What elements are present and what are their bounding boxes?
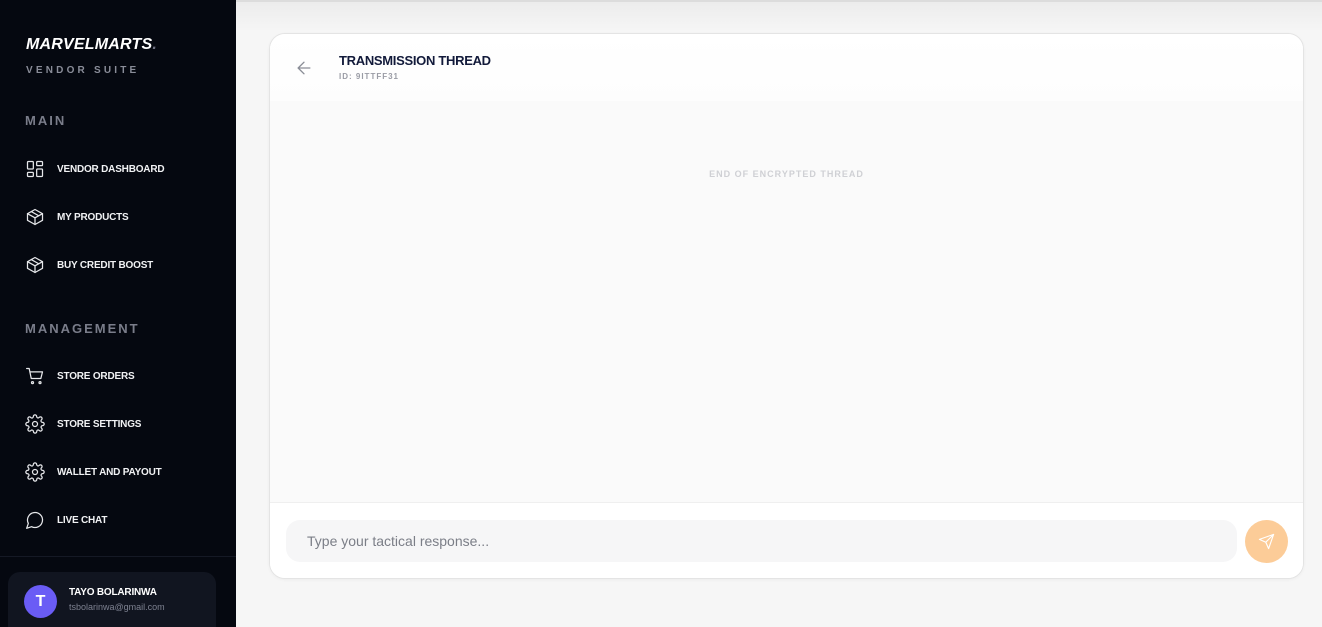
section-title-main: MAIN [25,113,67,128]
send-button[interactable] [1245,520,1288,563]
sidebar-item-label: LIVE CHAT [57,514,108,526]
sidebar-item-buy-credit-boost[interactable]: BUY CREDIT BOOST [24,251,224,279]
chat-header: TRANSMISSION THREAD ID: 9ITTFF31 [270,34,1303,101]
chat-bubble-icon [24,509,46,531]
thread-title: TRANSMISSION THREAD [339,53,491,68]
sidebar-item-label: WALLET AND PAYOUT [57,466,162,478]
gear-icon [24,461,46,483]
sidebar-item-my-products[interactable]: MY PRODUCTS [24,203,224,231]
grid-icon [24,158,46,180]
box-icon [24,254,46,276]
sidebar-item-store-settings[interactable]: STORE SETTINGS [24,410,224,438]
end-of-thread-note: END OF ENCRYPTED THREAD [709,169,864,179]
section-title-management: MANAGEMENT [25,321,140,336]
sidebar: MARVELMARTS. VENDOR SUITE MAIN VENDOR DA… [0,0,236,627]
back-arrow-icon[interactable] [294,58,314,78]
sidebar-item-label: MY PRODUCTS [57,211,129,223]
sidebar-item-label: BUY CREDIT BOOST [57,259,154,271]
gear-icon [24,413,46,435]
sidebar-item-label: VENDOR DASHBOARD [57,163,165,175]
brand-name: MARVELMARTS. [26,36,158,53]
cart-icon [24,365,46,387]
user-email: tsbolarinwa@gmail.com [69,602,165,612]
sidebar-item-label: STORE ORDERS [57,370,135,382]
thread-id: ID: 9ITTFF31 [339,72,400,81]
message-composer [270,502,1303,578]
sidebar-divider [0,556,236,557]
avatar: T [24,585,57,618]
sidebar-item-vendor-dashboard[interactable]: VENDOR DASHBOARD [24,155,224,183]
message-list[interactable]: END OF ENCRYPTED THREAD [270,101,1303,502]
sidebar-item-live-chat[interactable]: LIVE CHAT [24,506,224,534]
message-input[interactable] [286,520,1237,562]
sidebar-item-store-orders[interactable]: STORE ORDERS [24,362,224,390]
sidebar-item-label: STORE SETTINGS [57,418,142,430]
send-icon [1258,533,1275,550]
brand-logo[interactable]: MARVELMARTS. VENDOR SUITE [26,36,157,76]
chat-panel: TRANSMISSION THREAD ID: 9ITTFF31 END OF … [269,33,1304,579]
brand-subtitle: VENDOR SUITE [26,65,140,76]
box-icon [24,206,46,228]
user-name: TAYO BOLARINWA [69,587,157,598]
sidebar-item-wallet-and-payout[interactable]: WALLET AND PAYOUT [24,458,224,486]
user-profile-card[interactable]: T TAYO BOLARINWA tsbolarinwa@gmail.com [8,572,216,627]
